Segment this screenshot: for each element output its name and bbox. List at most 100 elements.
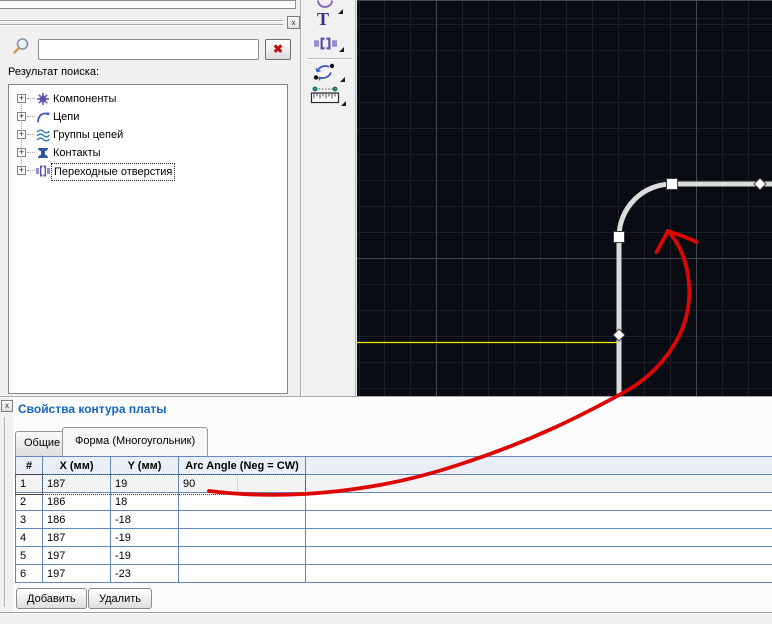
cell-num[interactable]: 5 [15,546,43,565]
tree-item-label: Переходные отверстия [51,163,176,181]
panel-splitter-highlight [0,21,283,22]
tab-shape-polygon[interactable]: Форма (Многоугольник) [62,427,209,456]
expand-icon[interactable]: + [17,112,26,121]
expand-icon[interactable]: + [17,130,26,139]
cell-y[interactable]: -19 [110,528,179,547]
cell-num[interactable]: 3 [15,510,43,529]
search-results-tree: + Компоненты + Цепи + Группы цепей + Кон… [8,84,288,394]
tool-dropdown-icon[interactable] [340,77,345,82]
button-label: Добавить [27,592,76,605]
points-table: # X (мм) Y (мм) Arc Angle (Neg = CW) 1 1… [15,456,772,585]
expand-icon[interactable]: + [17,94,26,103]
cell-y[interactable]: 19 [110,474,179,493]
cell-x[interactable]: 187 [42,474,111,493]
arc-tool-icon[interactable] [316,0,334,8]
table-row[interactable]: 2 186 18 [15,492,772,511]
cell-x[interactable]: 186 [42,492,111,511]
cell-x[interactable]: 186 [42,510,111,529]
column-header[interactable]: X (мм) [42,456,111,475]
measure-tool-icon[interactable] [310,86,340,104]
cell-filler [305,474,772,493]
tree-item-components[interactable]: + Компоненты [9,90,287,108]
pcb-editor-window: x ✖ Результат поиска: + Компоненты + Цеп… [0,0,772,624]
tab-label: Общие [24,437,61,449]
cell-filler [305,492,772,511]
component-icon [37,93,49,105]
panel-title: Свойства контура платы [18,402,167,416]
tree-connector [27,116,35,117]
search-results-label: Результат поиска: [8,66,100,78]
cell-arc[interactable] [178,546,306,565]
tree-item-label: Контакты [53,147,101,159]
table-row[interactable]: 5 197 -19 [15,546,772,565]
cell-num[interactable]: 2 [15,492,43,511]
panel-splitter-highlight [0,25,283,26]
tree-item-vias[interactable]: + Переходные отверстия [9,162,287,181]
collapse-panel-button[interactable]: x [1,400,13,412]
tree-item-pads[interactable]: + Контакты [9,144,287,162]
cell-arc[interactable] [178,510,306,529]
cell-x[interactable]: 197 [42,546,111,565]
net-icon [37,112,50,123]
grid-major-line [357,0,772,1]
tab-label: Форма (Многоугольник) [75,435,196,447]
expand-icon[interactable]: + [17,148,26,157]
add-point-button[interactable]: Добавить [16,588,87,609]
text-tool-icon[interactable]: T [317,9,329,30]
expand-icon[interactable]: + [17,166,26,175]
search-icon [13,38,29,54]
cell-x[interactable]: 187 [42,528,111,547]
tool-dropdown-icon[interactable] [339,47,344,52]
table-row[interactable]: 6 197 -23 [15,564,772,583]
grid-major-line [696,0,697,396]
toolbar-splitter-highlight [301,0,302,396]
table-row[interactable]: 1 187 19 90 [15,474,772,493]
tree-item-nets[interactable]: + Цепи [9,108,287,126]
cell-arc[interactable]: 90 [178,474,306,493]
cell-y[interactable]: -23 [110,564,179,583]
column-header-filler [305,456,772,475]
cell-num[interactable]: 1 [15,474,43,493]
pcb-canvas[interactable] [357,0,772,396]
collapse-panel-button[interactable]: x [287,16,300,29]
net-group-icon [36,129,50,142]
cell-arc[interactable] [178,564,306,583]
cell-filler [305,564,772,583]
cell-arc[interactable] [178,492,306,511]
button-label: Удалить [99,592,141,605]
column-header[interactable]: Arc Angle (Neg = CW) [178,456,306,475]
cell-num[interactable]: 4 [15,528,43,547]
drawing-toolbar [303,0,356,396]
column-header[interactable]: # [15,456,43,475]
via-icon [36,165,50,177]
cell-arc[interactable] [178,528,306,547]
cell-y[interactable]: -18 [110,510,179,529]
pad-icon [38,148,48,158]
search-input[interactable] [38,39,259,60]
panel-splitter-highlight [5,417,6,607]
table-row[interactable]: 3 186 -18 [15,510,772,529]
cell-filler [305,546,772,565]
collapse-icon: x [291,17,296,27]
delete-point-button[interactable]: Удалить [88,588,152,609]
column-header[interactable]: Y (мм) [110,456,179,475]
tree-connector [27,152,35,153]
docked-panel-edge [0,0,296,9]
tool-dropdown-icon[interactable] [341,101,346,106]
cell-num[interactable]: 6 [15,564,43,583]
collapse-icon: x [5,401,9,410]
cell-x[interactable]: 197 [42,564,111,583]
cell-y[interactable]: 18 [110,492,179,511]
tree-item-net-groups[interactable]: + Группы цепей [9,126,287,144]
table-row[interactable]: 4 187 -19 [15,528,772,547]
tool-dropdown-icon[interactable] [338,9,343,14]
tree-connector [27,134,35,135]
cell-y[interactable]: -19 [110,546,179,565]
tree-connector [27,98,35,99]
cell-filler [305,510,772,529]
via-tool-icon[interactable] [314,36,337,51]
clear-search-button[interactable]: ✖ [265,39,291,60]
rotate-tool-icon[interactable] [311,62,337,82]
cell-filler [305,528,772,547]
toolbar-separator [308,58,352,59]
